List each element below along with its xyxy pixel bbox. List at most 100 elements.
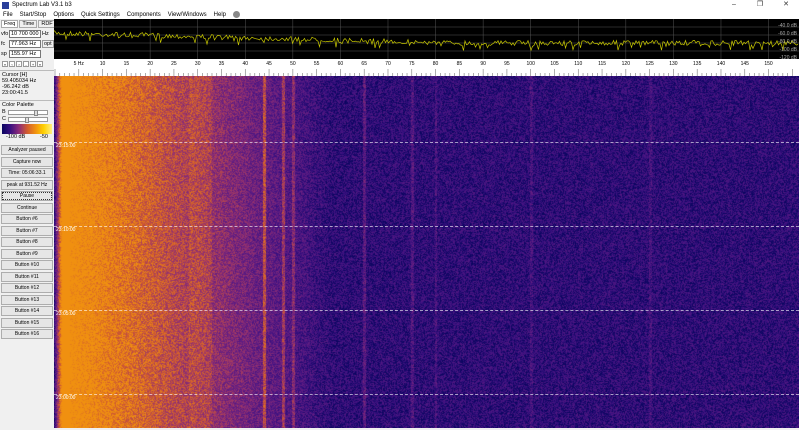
- axis-tick-label: 85: [457, 61, 463, 67]
- cursor-info: Cursor [H] 59.405034 Hz -96.242 dB 23:00…: [0, 70, 54, 97]
- time-label: 23:00:00: [56, 395, 76, 401]
- nav-fast-right-button[interactable]: »: [37, 61, 43, 67]
- button-button-12[interactable]: Button #12: [1, 283, 53, 293]
- brightness-label: B: [2, 109, 6, 115]
- spectrum-display[interactable]: -40.0 dB -60.0 dB -80.0 dB -100 dB -120 dB: [53, 19, 799, 61]
- axis-tick-label: 135: [693, 61, 702, 67]
- span-input[interactable]: [9, 50, 41, 58]
- spectrum-trace: [53, 30, 799, 52]
- button-button-9[interactable]: Button #9: [1, 248, 53, 259]
- button-peak-at-931-52-hz[interactable]: peak at 931.52 Hz: [1, 179, 53, 190]
- db-label: -100 dB: [779, 47, 797, 53]
- axis-tick-label: 60: [338, 61, 344, 67]
- fc-input[interactable]: [9, 40, 41, 48]
- axis-tick-label: 45: [266, 61, 272, 67]
- close-button[interactable]: ✕: [773, 0, 799, 10]
- button-button-8[interactable]: Button #8: [1, 237, 53, 247]
- tab-time[interactable]: Time: [19, 20, 38, 28]
- axis-tick-label: 70: [385, 61, 391, 67]
- menu-help[interactable]: Help: [214, 12, 226, 18]
- brightness-slider[interactable]: [7, 109, 48, 116]
- restore-button[interactable]: ❐: [747, 0, 773, 10]
- menu-view-windows[interactable]: View/Windows: [168, 12, 207, 18]
- tab-freq[interactable]: Freq: [1, 20, 19, 28]
- menu-components[interactable]: Components: [127, 12, 161, 18]
- axis-tick-label: 5 Hz: [74, 61, 85, 67]
- axis-tick-label: 100: [527, 61, 536, 67]
- axis-tick-label: 50: [290, 61, 296, 67]
- axis-tick-label: 30: [195, 61, 201, 67]
- title-bar: Spectrum Lab V3.1 b3 – ❐ ✕: [0, 0, 799, 10]
- time-label: 23:05:00: [56, 311, 76, 317]
- button-button-15[interactable]: Button #15: [1, 317, 53, 328]
- axis-tick-label: 110: [574, 61, 582, 67]
- menu-file[interactable]: File: [3, 12, 13, 18]
- axis-tick-label: 105: [550, 61, 559, 67]
- app-icon: [2, 1, 9, 9]
- time-label: 23:15:00: [56, 143, 76, 149]
- waterfall-canvas: [54, 76, 799, 428]
- axis-tick-label: 150: [764, 61, 773, 67]
- fc-label: fc: [1, 41, 6, 47]
- time-marker-line: [54, 310, 799, 311]
- sp-label: sp: [1, 51, 7, 57]
- button-time-05-06-33-1[interactable]: Time: 05:06:33.1: [1, 168, 53, 178]
- button-analyzer-paused[interactable]: Analyzer paused: [1, 145, 53, 155]
- axis-tick-label: 90: [480, 61, 486, 67]
- axis-tick-label: 40: [242, 61, 248, 67]
- contrast-slider[interactable]: [7, 116, 48, 123]
- time-marker-line: [54, 142, 799, 143]
- vfo-unit: Hz: [42, 31, 49, 37]
- axis-tick-label: 130: [669, 61, 678, 67]
- vfo-label: vfo: [1, 31, 9, 37]
- axis-tick-label: 115: [598, 61, 606, 67]
- menu-options[interactable]: Options: [53, 12, 74, 18]
- axis-tick-label: 20: [147, 61, 153, 67]
- palette-max: -50: [40, 134, 48, 140]
- nav-right-button[interactable]: ›: [16, 61, 22, 67]
- button-button-10[interactable]: Button #10: [1, 260, 53, 270]
- button-button-16[interactable]: Button #16: [1, 329, 53, 339]
- waterfall-display[interactable]: 23:15:00 23:10:00 23:05:00 23:00:00: [54, 76, 799, 428]
- button-button-13[interactable]: Button #13: [1, 294, 53, 305]
- frequency-axis[interactable]: 5 Hz 10 15 20 25 30 35 40 45 50 55 60 65 70 75 80 85 90 95…: [54, 59, 799, 76]
- axis-tick-label: 65: [361, 61, 367, 67]
- zoom-in-button[interactable]: +: [30, 61, 36, 67]
- axis-tick-label: 125: [645, 61, 654, 67]
- db-label: -80.0 dB: [778, 39, 797, 45]
- vfo-input[interactable]: [9, 30, 41, 38]
- axis-tick-label: 15: [124, 61, 130, 67]
- menu-start-stop[interactable]: Start/Stop: [20, 12, 47, 18]
- axis-tick-label: 145: [741, 61, 750, 67]
- axis-tick-label: 140: [717, 61, 726, 67]
- button-button-7[interactable]: Button #7: [1, 225, 53, 236]
- db-label: -60.0 dB: [778, 31, 797, 37]
- time-label: 23:10:00: [56, 227, 76, 233]
- menu-quick-settings[interactable]: Quick Settings: [81, 12, 120, 18]
- opt-button[interactable]: opt: [42, 40, 54, 48]
- minimize-button[interactable]: –: [721, 0, 747, 10]
- button-pause[interactable]: Pause: [1, 191, 53, 201]
- time-marker-line: [54, 226, 799, 227]
- axis-tick-label: 95: [504, 61, 510, 67]
- contrast-label: C: [2, 116, 6, 122]
- axis-tick-label: 25: [171, 61, 177, 67]
- nav-left-button[interactable]: ‹: [9, 61, 15, 67]
- button-capture-now[interactable]: Capture now: [1, 156, 53, 167]
- axis-tick-label: 10: [100, 61, 106, 67]
- spectrum-plot: [53, 19, 799, 59]
- palette-min: -100 dB: [6, 134, 26, 140]
- axis-tick-label: 35: [219, 61, 225, 67]
- button-continue[interactable]: Continue: [1, 202, 53, 213]
- nav-fast-left-button[interactable]: «: [2, 61, 8, 67]
- button-button-11[interactable]: Button #11: [1, 271, 53, 282]
- axis-tick-label: 80: [433, 61, 439, 67]
- axis-tick-label: 55: [314, 61, 320, 67]
- db-label: -40.0 dB: [778, 23, 797, 29]
- button-button-14[interactable]: Button #14: [1, 306, 53, 316]
- menu-bar: File Start/Stop Options Quick Settings C…: [0, 10, 799, 19]
- zoom-out-button[interactable]: -: [23, 61, 29, 67]
- cursor-time: 23:00:41.5: [2, 90, 28, 96]
- window-title: Spectrum Lab V3.1 b3: [12, 2, 72, 8]
- button-button-6[interactable]: Button #6: [1, 214, 53, 224]
